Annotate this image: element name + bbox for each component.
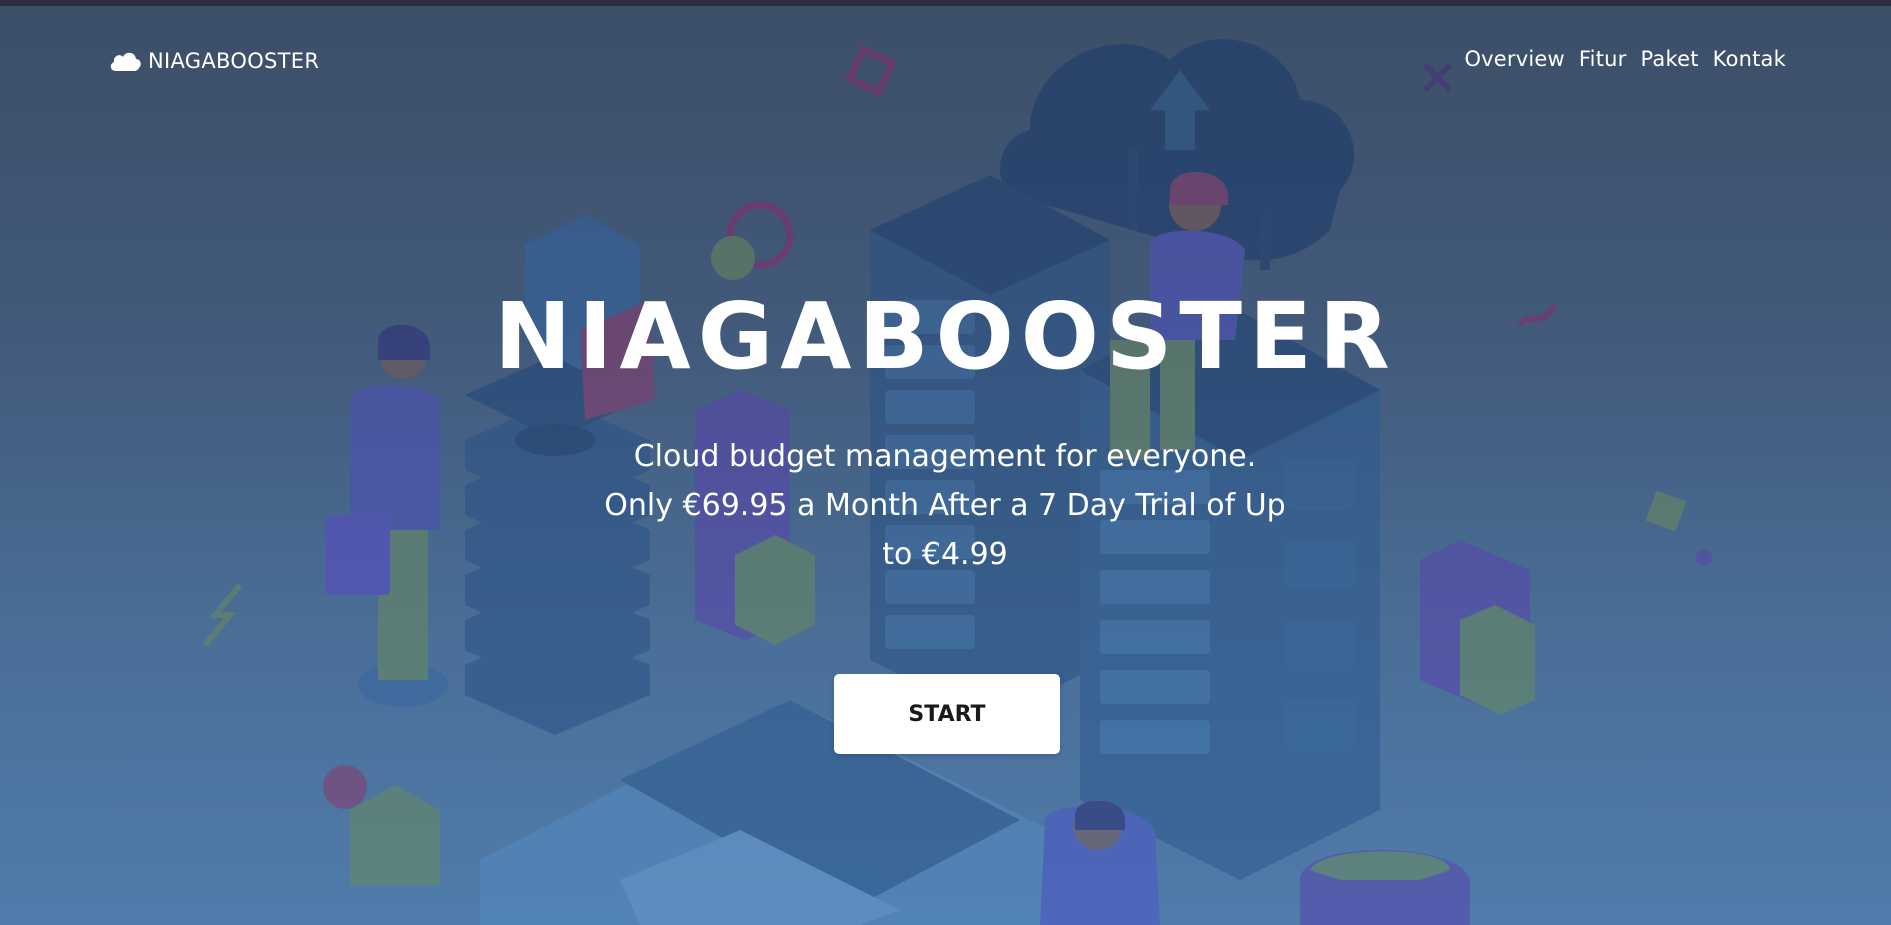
brand-link[interactable]: NIAGABOOSTER — [108, 46, 319, 76]
start-button[interactable]: START — [834, 674, 1060, 754]
nav-link-overview[interactable]: Overview — [1464, 47, 1564, 71]
main-nav: Overview Fitur Paket Kontak — [1464, 47, 1786, 71]
cloud-icon — [110, 52, 141, 71]
site-header: NIAGABOOSTER Overview Fitur Paket Kontak — [0, 6, 1891, 114]
nav-link-paket[interactable]: Paket — [1640, 47, 1698, 71]
landing-page: NIAGABOOSTER Overview Fitur Paket Kontak… — [0, 0, 1891, 925]
brand-name: NIAGABOOSTER — [148, 49, 320, 73]
hero-subtitle: Cloud budget management for everyone. On… — [604, 439, 1286, 572]
nav-link-kontak[interactable]: Kontak — [1713, 47, 1786, 71]
hero-title: NIAGABOOSTER — [494, 283, 1397, 390]
nav-link-fitur[interactable]: Fitur — [1579, 47, 1627, 71]
